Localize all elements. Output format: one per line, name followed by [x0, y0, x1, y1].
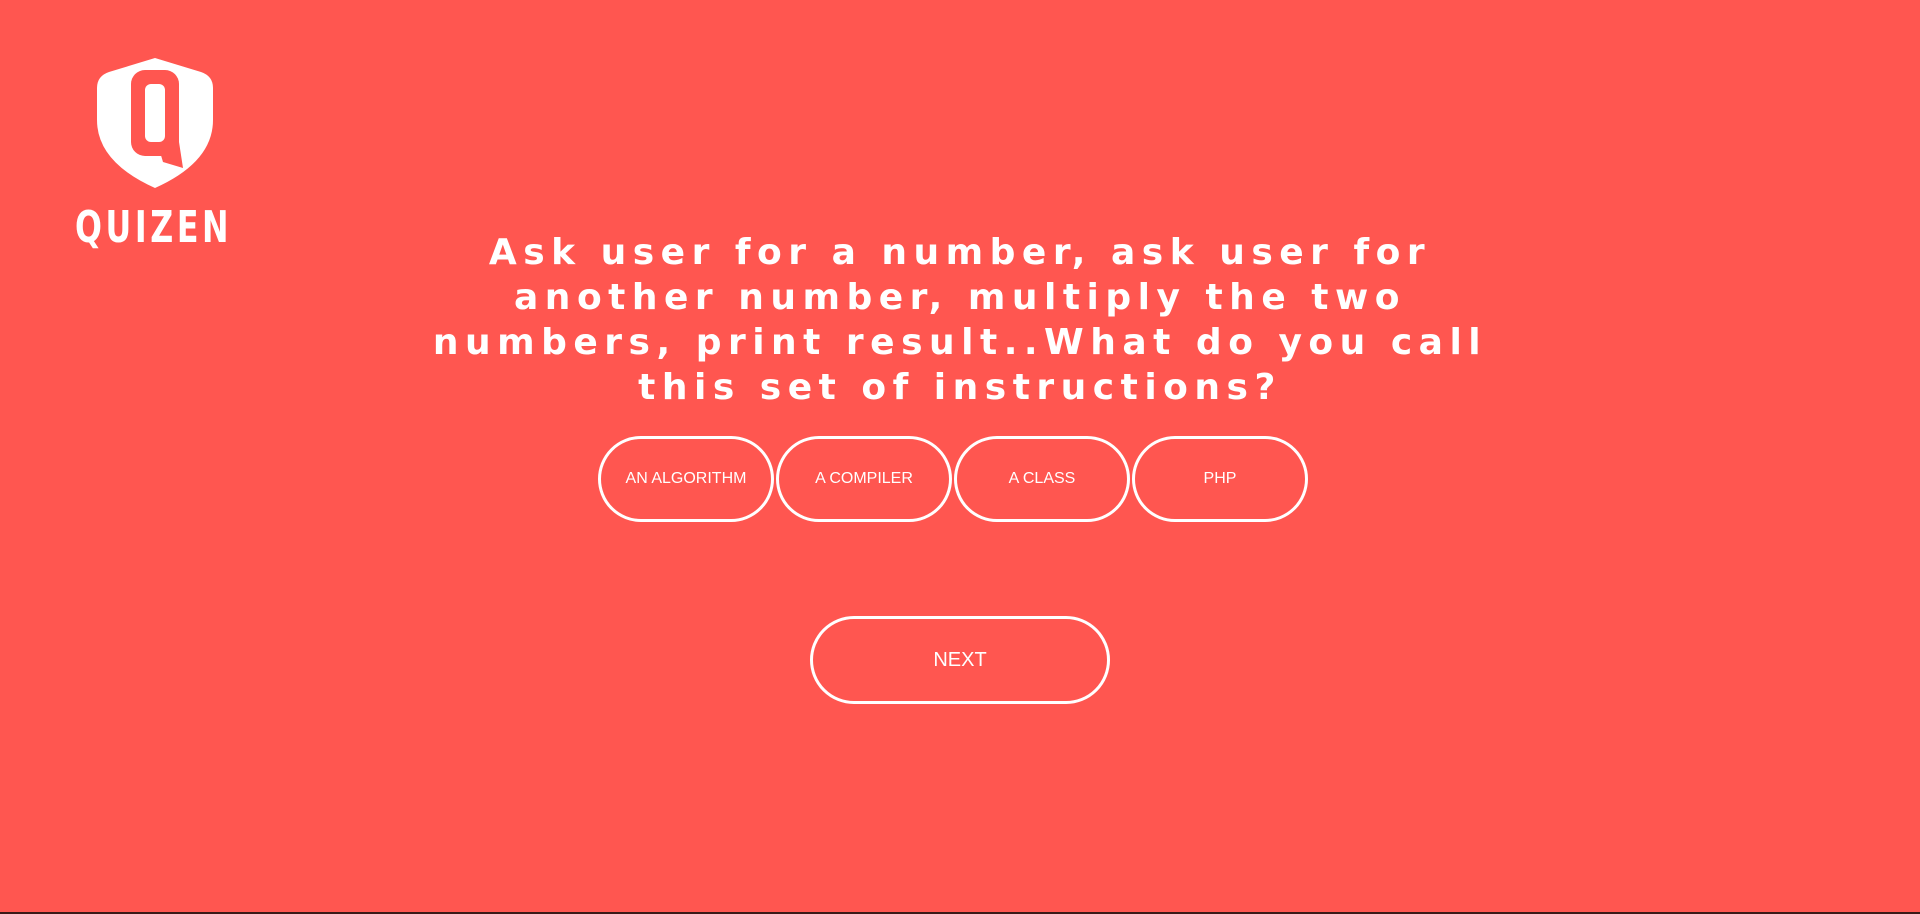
answer-option-compiler[interactable]: A COMPILER [776, 436, 952, 522]
next-button[interactable]: NEXT [810, 616, 1110, 704]
answer-options: AN ALGORITHM A COMPILER A CLASS PHP [598, 436, 1308, 522]
quiz-page: QUIZEN Ask user for a number, ask user f… [0, 0, 1920, 914]
question-text: Ask user for a number, ask user for anot… [432, 232, 1488, 408]
brand-name: QUIZEN [75, 202, 233, 253]
answer-option-algorithm[interactable]: AN ALGORITHM [598, 436, 774, 522]
quizen-logo[interactable]: QUIZEN [75, 58, 241, 253]
answer-option-class[interactable]: A CLASS [954, 436, 1130, 522]
answer-option-php[interactable]: PHP [1132, 436, 1308, 522]
shield-q-icon [97, 58, 213, 188]
